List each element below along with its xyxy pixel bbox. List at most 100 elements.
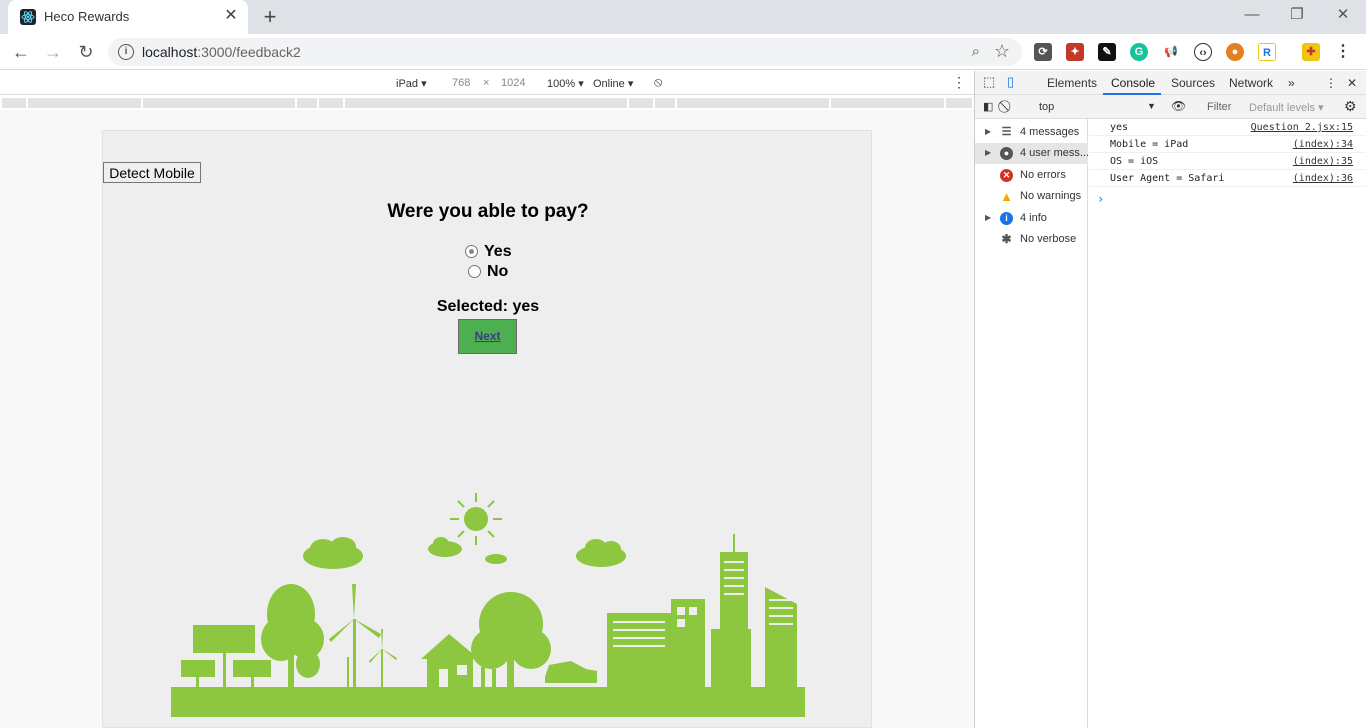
expand-arrow-icon[interactable]: ▶ — [985, 213, 991, 222]
minimize-icon[interactable]: — — [1237, 4, 1267, 26]
log-source-link[interactable]: (index):35 — [1293, 156, 1353, 167]
bug-icon: ✱ — [1001, 232, 1012, 246]
log-message: Mobile = iPad — [1110, 139, 1189, 150]
url-text: localhost:3000/feedback2 — [142, 44, 301, 60]
device-width[interactable]: 768 — [452, 77, 470, 89]
question-heading: Were you able to pay? — [387, 201, 589, 222]
next-button[interactable]: Next — [458, 319, 517, 354]
sidebar-item-label: No verbose — [1020, 233, 1077, 245]
tab-network[interactable]: Network — [1229, 76, 1273, 90]
option-yes[interactable]: Yes — [465, 243, 512, 261]
tab-console[interactable]: Console — [1111, 76, 1155, 90]
media-query-bar[interactable] — [0, 96, 974, 110]
restore-icon[interactable]: ❐ — [1282, 4, 1312, 26]
extension-edit-icon[interactable]: ✎ — [1098, 43, 1116, 61]
radio-no[interactable] — [468, 265, 481, 279]
device-height[interactable]: 1024 — [501, 77, 525, 89]
grammarly-icon[interactable]: G — [1130, 43, 1148, 61]
context-select[interactable]: top — [1039, 101, 1054, 113]
device-toggle-icon[interactable]: ▯ — [1007, 74, 1014, 90]
sidebar-item-errors[interactable]: ✕ No errors — [975, 165, 1088, 186]
sidebar-item-info[interactable]: ▶ i 4 info — [975, 208, 1088, 229]
log-source-link[interactable]: (index):36 — [1293, 173, 1353, 184]
sidebar-item-label: 4 messages — [1020, 126, 1080, 138]
tab-close-icon[interactable]: ✕ — [222, 7, 240, 25]
forward-icon[interactable]: → — [41, 40, 65, 64]
log-message: OS = iOS — [1110, 156, 1159, 167]
bookmark-star-icon[interactable]: ☆ — [994, 41, 1010, 62]
selected-text: Selected: yes — [436, 298, 540, 315]
extension-puzzle-icon[interactable]: ✚ — [1302, 43, 1320, 61]
log-source-link[interactable]: Question 2.jsx:15 — [1251, 122, 1353, 133]
detect-mobile-button[interactable]: Detect Mobile — [103, 162, 201, 183]
megaphone-icon[interactable]: 📢 — [1162, 43, 1180, 61]
device-select[interactable]: iPad ▾ — [396, 77, 427, 90]
console-log-row: Mobile = iPad (index):34 — [1089, 136, 1366, 153]
inspect-icon[interactable]: ⬚ — [983, 74, 995, 90]
list-icon: ☰ — [1001, 126, 1012, 138]
next-link[interactable]: Next — [474, 329, 500, 343]
extension-red-icon[interactable]: ✦ — [1066, 43, 1084, 61]
log-message: User Agent = Safari — [1110, 173, 1225, 184]
sidebar-item-warnings[interactable]: ▲ No warnings — [975, 186, 1088, 207]
log-source-link[interactable]: (index):34 — [1293, 139, 1353, 150]
tab-title: Heco Rewards — [44, 9, 130, 24]
sidebar-item-messages[interactable]: ▶ ☰ 4 messages — [975, 122, 1088, 143]
reload-icon[interactable]: ↻ — [74, 40, 98, 64]
eco-city-illustration — [171, 493, 805, 717]
console-toolbar: ◧ ⃠ top ▼ 👁 Filter Default levels ▾ ⚙ — [975, 95, 1366, 119]
device-more-icon[interactable]: ⋮ — [952, 74, 966, 91]
browser-tab[interactable]: Heco Rewards ✕ — [8, 0, 248, 34]
browser-toolbar: ← → ↻ i localhost:3000/feedback2 ⌕ ☆ ⟳ ✦… — [0, 34, 1366, 70]
network-select[interactable]: Online ▾ — [593, 77, 633, 90]
extension-avatar-icon[interactable]: ● — [1226, 43, 1244, 61]
dimension-separator: × — [483, 77, 490, 89]
device-toolbar: iPad ▾ 768 × 1024 100% ▾ Online ▾ ⦸ ⋮ — [0, 71, 974, 95]
log-message: yes — [1110, 122, 1129, 133]
tab-sources[interactable]: Sources — [1171, 76, 1215, 90]
menu-icon[interactable]: ⋮ — [1334, 43, 1352, 61]
option-no[interactable]: No — [468, 263, 508, 281]
new-tab-icon[interactable]: + — [258, 5, 282, 29]
console-output: yes Question 2.jsx:15 Mobile = iPad (ind… — [1089, 119, 1366, 728]
address-bar[interactable]: i localhost:3000/feedback2 ⌕ ☆ — [108, 38, 1022, 66]
sidebar-item-verbose[interactable]: ✱ No verbose — [975, 229, 1088, 250]
window-close-icon[interactable]: ✕ — [1328, 4, 1358, 26]
console-log-row: OS = iOS (index):35 — [1089, 153, 1366, 170]
extension-code-icon[interactable]: ‹› — [1194, 43, 1212, 61]
devtools-tabbar: ⬚ ▯ Elements Console Sources Network » ⋮… — [975, 71, 1366, 95]
eye-icon[interactable]: 👁 — [1171, 99, 1186, 113]
zoom-select[interactable]: 100% ▾ — [547, 77, 584, 90]
sidebar-item-label: 4 user mess... — [1020, 147, 1090, 159]
console-log-row: yes Question 2.jsx:15 — [1089, 119, 1366, 136]
devtools-panel: ⬚ ▯ Elements Console Sources Network » ⋮… — [974, 71, 1366, 728]
console-log-row: User Agent = Safari (index):36 — [1089, 170, 1366, 187]
console-prompt[interactable]: › — [1097, 192, 1104, 206]
option-no-label: No — [487, 263, 509, 280]
devtools-close-icon[interactable]: ✕ — [1347, 76, 1357, 90]
tab-elements[interactable]: Elements — [1047, 76, 1097, 90]
sidebar-item-user-messages[interactable]: ▶ ● 4 user mess... — [975, 143, 1090, 164]
sidebar-item-label: No warnings — [1020, 190, 1082, 202]
more-tabs-icon[interactable]: » — [1288, 76, 1295, 90]
expand-arrow-icon[interactable]: ▶ — [985, 148, 991, 157]
page-content: Detect Mobile Were you able to pay? Yes … — [102, 130, 872, 728]
sidebar-toggle-icon[interactable]: ◧ — [983, 100, 993, 113]
sidebar-item-label: No errors — [1020, 169, 1066, 181]
warning-icon: ▲ — [1000, 189, 1013, 204]
levels-select[interactable]: Default levels ▾ — [1249, 101, 1324, 114]
context-dropdown-icon[interactable]: ▼ — [1147, 101, 1156, 111]
back-icon[interactable]: ← — [9, 40, 33, 64]
rotate-icon[interactable]: ⦸ — [654, 74, 662, 90]
expand-arrow-icon[interactable]: ▶ — [985, 127, 991, 136]
extension-sync-icon[interactable]: ⟳ — [1034, 43, 1052, 61]
radio-yes[interactable] — [465, 245, 478, 259]
extension-r-icon[interactable]: R — [1258, 43, 1276, 61]
sidebar-item-label: 4 info — [1020, 212, 1047, 224]
devtools-menu-icon[interactable]: ⋮ — [1325, 76, 1337, 90]
console-settings-icon[interactable]: ⚙ — [1344, 98, 1357, 115]
filter-input[interactable]: Filter — [1207, 101, 1231, 113]
user-icon: ● — [1000, 147, 1013, 160]
zoom-icon[interactable]: ⌕ — [972, 43, 980, 60]
info-icon[interactable]: i — [118, 44, 134, 60]
